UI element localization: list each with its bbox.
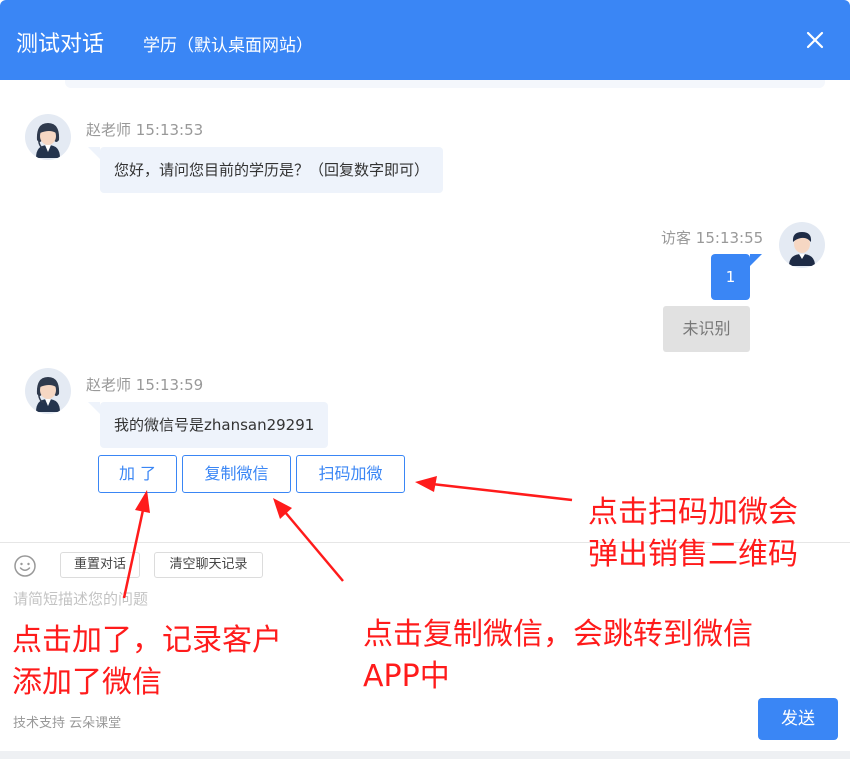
agent-avatar xyxy=(25,368,71,414)
clear-history-button[interactable]: 清空聊天记录 xyxy=(154,552,263,578)
agent-message-bubble: 您好，请问您目前的学历是？（回复数字即可） xyxy=(87,147,444,193)
annotation-copy-line1: 点击复制微信，会跳转到微信 APP中 xyxy=(363,617,753,694)
arrowhead-copy xyxy=(273,498,292,519)
send-button[interactable]: 发送 xyxy=(758,698,838,740)
visitor-avatar xyxy=(779,222,825,268)
copy-wechat-button[interactable]: 复制微信 xyxy=(182,455,291,493)
previous-message-stub xyxy=(65,80,825,88)
message-time: 15:13:59 xyxy=(135,376,204,394)
annotation-scan-line1: 点击扫码加微会 弹出销售二维码 xyxy=(588,495,798,572)
arrowhead-added xyxy=(135,490,150,513)
annotation-added-line1: 点击加了，记录客户 添加了微信 xyxy=(12,623,282,700)
unrecognized-tag: 未识别 xyxy=(663,306,750,352)
close-icon[interactable] xyxy=(801,26,829,54)
annotation-added: 点击加了，记录客户 添加了微信 xyxy=(12,620,282,704)
annotation-scan: 点击扫码加微会 弹出销售二维码 xyxy=(588,492,798,576)
agent-avatar xyxy=(25,114,71,160)
sender-name: 赵老师 xyxy=(86,121,132,139)
chat-title: 测试对话 xyxy=(16,32,105,57)
added-wechat-button[interactable]: 加 了 xyxy=(98,455,177,493)
scan-add-wechat-button[interactable]: 扫码加微 xyxy=(296,455,405,493)
sender-name: 赵老师 xyxy=(86,376,132,394)
agent-message-bubble: 我的微信号是zhansan29291 xyxy=(87,402,329,448)
message-meta: 赵老师 15:13:59 xyxy=(86,374,203,395)
chat-subtitle: 学历（默认桌面网站） xyxy=(143,36,313,56)
arrow-copy xyxy=(284,511,344,582)
arrowhead-scan xyxy=(415,476,437,492)
arrow-scan xyxy=(431,482,573,502)
bottom-bar xyxy=(0,751,850,759)
tech-support-text: 技术支持 云朵课堂 xyxy=(13,716,122,731)
emoji-icon[interactable] xyxy=(13,554,37,578)
message-meta: 赵老师 15:13:53 xyxy=(86,119,203,140)
message-time: 15:13:55 xyxy=(695,229,764,247)
chat-header: 测试对话 学历（默认桌面网站） xyxy=(0,0,850,80)
message-time: 15:13:53 xyxy=(135,121,204,139)
visitor-message-bubble: 1 xyxy=(711,254,762,300)
message-meta: 访客 15:13:55 xyxy=(661,227,763,248)
sender-name: 访客 xyxy=(661,229,692,247)
reset-chat-button[interactable]: 重置对话 xyxy=(60,552,140,578)
annotation-copy: 点击复制微信，会跳转到微信 APP中 xyxy=(363,614,753,698)
